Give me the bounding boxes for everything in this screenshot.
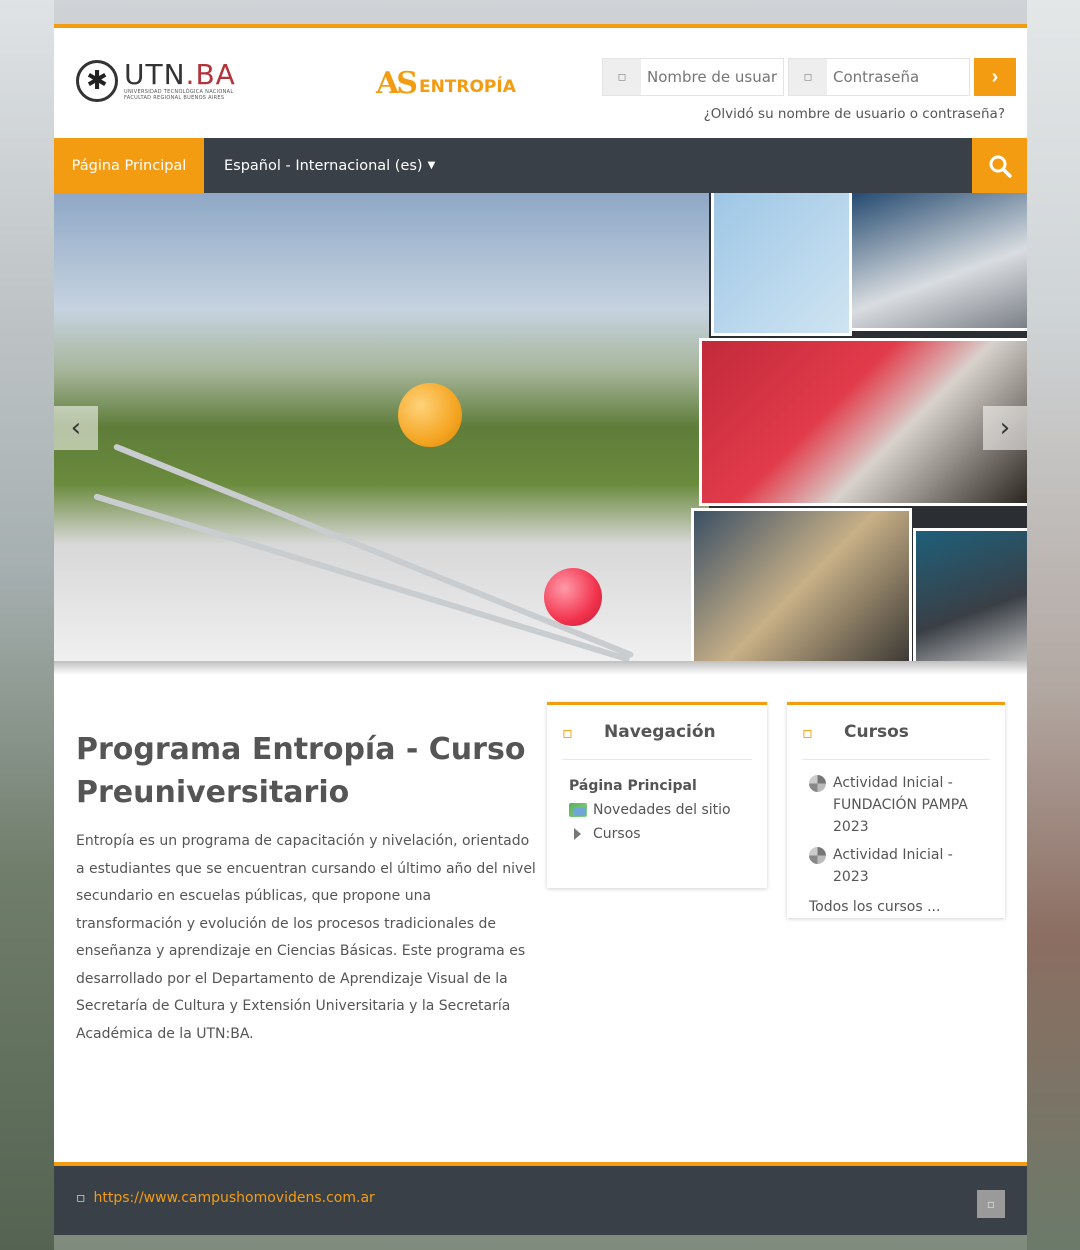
footer: ▫ https://www.campushomovidens.com.ar ▫ [54, 1162, 1027, 1235]
rail-decoration [93, 493, 631, 661]
login-submit-button[interactable]: › [974, 58, 1016, 96]
background-right [1027, 0, 1080, 1250]
course-label: Actividad Inicial - FUNDACIÓN PAMPA 2023 [833, 775, 968, 835]
intro-text: Entropía es un programa de capacitación … [76, 833, 536, 1042]
background-left [0, 0, 54, 1250]
entropia-logo[interactable]: AS ENTROPÍA [376, 66, 516, 101]
graduation-cap-icon: ▫ [802, 722, 813, 742]
username-field: ▫ [602, 58, 784, 96]
utn-logo[interactable]: ✱ UTN.BA UNIVERSIDAD TECNOLÓGICA NACIONA… [76, 60, 236, 102]
course-icon [809, 775, 826, 792]
course-label: Actividad Inicial - 2023 [833, 847, 953, 885]
nav-tree-item-label: Novedades del sitio [593, 802, 731, 818]
course-link[interactable]: Actividad Inicial - FUNDACIÓN PAMPA 2023 [809, 772, 989, 838]
navbar: Página Principal Español - Internacional… [54, 138, 1027, 193]
search-button[interactable] [972, 138, 1027, 193]
collage-photo-event [916, 531, 1027, 661]
utn-wordmark: UTN.BA [124, 58, 236, 91]
expand-arrow-icon [574, 828, 581, 840]
username-input[interactable] [641, 59, 783, 95]
navigation-block-title: Navegación [604, 722, 716, 742]
footer-link-text: https://www.campushomovidens.com.ar [93, 1190, 375, 1206]
login-form: ▫ ▫ › [602, 58, 1016, 96]
course-icon [809, 847, 826, 864]
entropia-mark: AS [376, 66, 418, 101]
header: ✱ UTN.BA UNIVERSIDAD TECNOLÓGICA NACIONA… [54, 28, 1027, 138]
collage-photo-tablet [702, 341, 1027, 503]
nav-tree-item-courses[interactable]: Cursos [569, 826, 745, 842]
collage-photo-workshop [694, 511, 909, 661]
navigation-block: ▫ Navegación Página Principal Novedades … [547, 702, 767, 888]
navigation-tree: Página Principal Novedades del sitio Cur… [547, 760, 767, 842]
red-ball [544, 568, 602, 626]
page-title: Programa Entropía - Curso Preuniversitar… [76, 732, 526, 810]
utn-emblem-icon: ✱ [76, 60, 118, 102]
courses-block: ▫ Cursos Actividad Inicial - FUNDACIÓN P… [787, 702, 1005, 918]
arrow-up-icon: ▫ [986, 1197, 996, 1211]
link-icon: ▫ [76, 1190, 86, 1206]
rail-decoration [112, 443, 635, 659]
language-menu[interactable]: Español - Internacional (es) ▼ [224, 138, 435, 193]
orange-ball [398, 383, 462, 447]
carousel-shadow [54, 661, 1027, 675]
page-container: ✱ UTN.BA UNIVERSIDAD TECNOLÓGICA NACIONA… [54, 24, 1027, 1235]
carousel-main-photo [54, 193, 709, 661]
forum-icon [569, 803, 587, 817]
user-icon: ▫ [603, 59, 641, 95]
image-carousel: ‹ › [54, 193, 1027, 661]
carousel-next-button[interactable]: › [983, 406, 1027, 450]
collage-photo-diagram [714, 193, 849, 333]
intro-section: Programa Entropía - Curso Preuniversitar… [76, 728, 536, 1048]
all-courses-link[interactable]: Todos los cursos ... [809, 896, 989, 918]
lock-icon: ▫ [789, 59, 827, 95]
entropia-name: ENTROPÍA [418, 76, 516, 97]
language-label: Español - Internacional (es) [224, 157, 423, 174]
footer-link[interactable]: ▫ https://www.campushomovidens.com.ar [76, 1190, 375, 1206]
course-link[interactable]: Actividad Inicial - 2023 [809, 844, 989, 888]
search-icon [989, 155, 1012, 178]
sitemap-icon: ▫ [562, 722, 573, 742]
courses-block-header: ▫ Cursos [802, 705, 990, 760]
password-input[interactable] [827, 59, 969, 95]
forgot-password-link[interactable]: ¿Olvidó su nombre de usuario o contraseñ… [704, 106, 1005, 122]
course-list: Actividad Inicial - FUNDACIÓN PAMPA 2023… [787, 760, 1005, 918]
nav-tree-item-label: Cursos [593, 826, 641, 842]
navigation-block-header: ▫ Navegación [562, 705, 752, 760]
courses-block-title: Cursos [844, 722, 909, 742]
back-to-top-button[interactable]: ▫ [977, 1190, 1005, 1218]
chevron-left-icon: ‹ [70, 413, 82, 443]
nav-tree-root[interactable]: Página Principal [569, 778, 745, 794]
nav-home-link[interactable]: Página Principal [54, 138, 204, 193]
nav-tree-item-news[interactable]: Novedades del sitio [569, 802, 745, 818]
caret-down-icon: ▼ [427, 160, 436, 171]
chevron-right-icon: › [991, 65, 999, 88]
password-field: ▫ [788, 58, 970, 96]
collage-photo-lab [852, 193, 1027, 328]
carousel-prev-button[interactable]: ‹ [54, 406, 98, 450]
utn-subtitle: UNIVERSIDAD TECNOLÓGICA NACIONAL FACULTA… [124, 89, 234, 101]
chevron-right-icon: › [999, 413, 1011, 443]
